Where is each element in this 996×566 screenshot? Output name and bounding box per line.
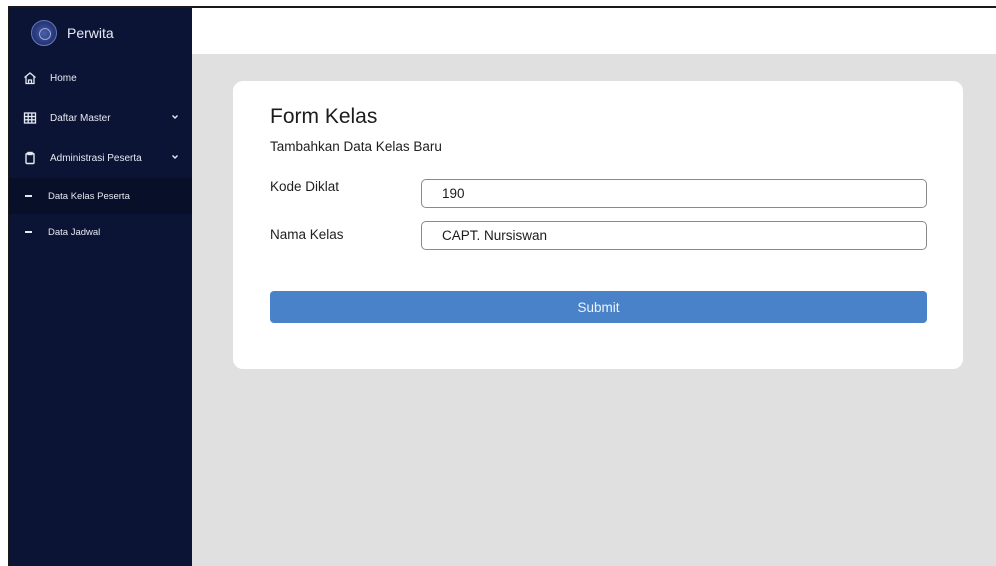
brand[interactable]: Perwita [9, 8, 192, 58]
brand-name: Perwita [67, 25, 114, 41]
form-subtitle: Tambahkan Data Kelas Baru [270, 139, 442, 154]
kode-diklat-label: Kode Diklat [270, 179, 340, 194]
chevron-down-icon[interactable] [170, 152, 180, 162]
top-bar [192, 8, 996, 54]
chevron-down-icon[interactable] [170, 112, 180, 122]
sidebar-item-home[interactable]: Home [9, 58, 192, 98]
grid-icon [23, 111, 37, 125]
sidebar-item-daftar-master[interactable]: Daftar Master [9, 98, 192, 138]
logo-icon [31, 20, 57, 46]
form-title: Form Kelas [270, 105, 378, 128]
main-content: Form Kelas Tambahkan Data Kelas Baru Kod… [192, 8, 996, 566]
sidebar-subitem-label: Data Kelas Peserta [48, 190, 130, 202]
submit-button[interactable]: Submit [270, 291, 927, 323]
clipboard-icon [23, 151, 37, 165]
sidebar-item-label: Daftar Master [50, 112, 111, 124]
dash-icon [25, 195, 32, 197]
home-icon [23, 71, 37, 85]
sidebar-subitem-data-jadwal[interactable]: Data Jadwal [9, 214, 192, 250]
form-card: Form Kelas Tambahkan Data Kelas Baru Kod… [233, 81, 963, 369]
app-frame: Perwita Home Daftar Master Administrasi … [8, 6, 996, 566]
kode-diklat-input[interactable] [421, 179, 927, 208]
sidebar-item-label: Home [50, 72, 77, 84]
sidebar-item-administrasi-peserta[interactable]: Administrasi Peserta [9, 138, 192, 178]
nama-kelas-input[interactable] [421, 221, 927, 250]
sidebar-subitem-data-kelas-peserta[interactable]: Data Kelas Peserta [9, 178, 192, 214]
dash-icon [25, 231, 32, 233]
sidebar: Perwita Home Daftar Master Administrasi … [9, 8, 192, 566]
nama-kelas-label: Nama Kelas [270, 227, 344, 242]
sidebar-subitem-label: Data Jadwal [48, 226, 101, 238]
sidebar-item-label: Administrasi Peserta [50, 152, 142, 164]
